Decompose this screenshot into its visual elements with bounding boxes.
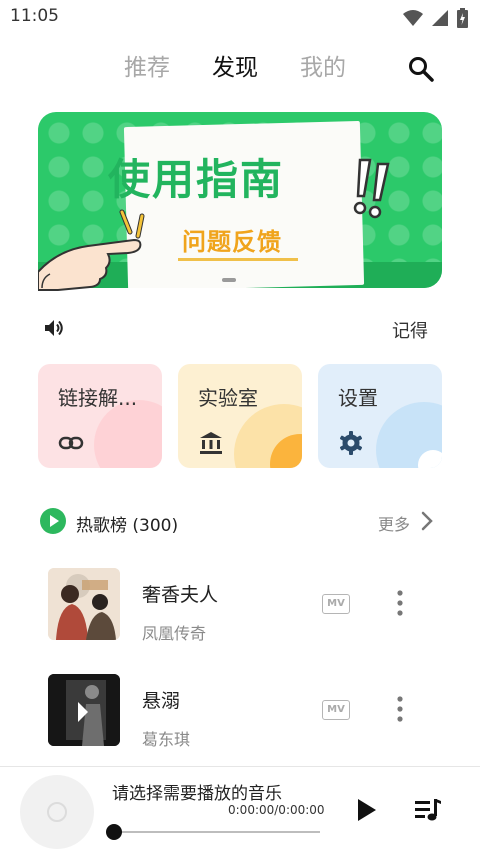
song-title: 奢香夫人: [142, 584, 219, 606]
player-disc[interactable]: [20, 775, 94, 849]
more-link[interactable]: 更多: [378, 511, 410, 535]
status-time: 11:05: [10, 6, 59, 26]
wifi-icon: [403, 10, 423, 26]
emphasis-marks-icon: [119, 209, 145, 239]
notice-row[interactable]: 记得: [0, 314, 480, 344]
song-row[interactable]: 悬溺 葛东琪 MV: [0, 674, 480, 754]
song-title: 悬溺: [142, 690, 181, 712]
disc-icon: [47, 802, 67, 822]
progress-thumb[interactable]: [106, 824, 122, 840]
mv-icon[interactable]: MV: [322, 700, 350, 720]
notice-text: 记得: [392, 321, 428, 342]
banner-page-indicator: [222, 278, 236, 282]
album-art-image: [48, 568, 120, 640]
settings-card[interactable]: 设置: [318, 364, 442, 468]
song-artist: 凤凰传奇: [142, 624, 207, 643]
hot-songs-title: 热歌榜 (300): [76, 516, 179, 536]
card-label: 链接解...: [58, 386, 138, 410]
link-icon: [58, 436, 84, 450]
tab-mine[interactable]: 我的: [300, 48, 346, 82]
banner-subtitle: 问题反馈: [182, 228, 282, 256]
song-row[interactable]: 奢香夫人 凤凰传奇 MV: [0, 568, 480, 648]
more-options-icon[interactable]: [390, 588, 410, 618]
hot-songs-header: 热歌榜 (300) 更多: [0, 506, 480, 538]
chevron-right-icon[interactable]: [418, 510, 436, 532]
tab-recommend[interactable]: 推荐: [124, 48, 170, 82]
card-label: 设置: [338, 386, 378, 410]
banner-underline: [178, 258, 298, 261]
battery-charging-icon: [457, 8, 468, 28]
status-bar: 11:05: [0, 0, 480, 34]
signal-icon: [432, 10, 448, 26]
play-all-button[interactable]: [40, 508, 66, 534]
player-bar: 请选择需要播放的音乐 0:00:00/0:00:00: [0, 766, 480, 853]
album-cover: [48, 568, 120, 640]
album-cover: [48, 674, 120, 746]
more-options-icon[interactable]: [390, 694, 410, 724]
search-icon[interactable]: [406, 54, 436, 84]
tab-discover[interactable]: 发现: [212, 48, 258, 82]
player-time: 0:00:00/0:00:00: [228, 803, 325, 817]
status-icons: [403, 8, 468, 28]
play-icon: [50, 515, 59, 527]
exclamation-icon: [353, 158, 390, 219]
banner-title: 使用指南: [108, 155, 285, 204]
album-art-image: [48, 674, 120, 746]
player-title: 请选择需要播放的音乐: [112, 784, 282, 804]
bank-icon: [200, 432, 222, 454]
playlist-icon[interactable]: [414, 797, 442, 823]
play-icon[interactable]: [356, 797, 378, 823]
link-parse-card[interactable]: 链接解...: [38, 364, 162, 468]
song-artist: 葛东琪: [142, 730, 191, 749]
progress-track[interactable]: [114, 831, 320, 833]
card-label: 实验室: [198, 386, 258, 410]
gear-icon: [339, 431, 363, 455]
lab-card[interactable]: 实验室: [178, 364, 302, 468]
speaker-icon: [45, 320, 63, 336]
mv-icon[interactable]: MV: [322, 594, 350, 614]
